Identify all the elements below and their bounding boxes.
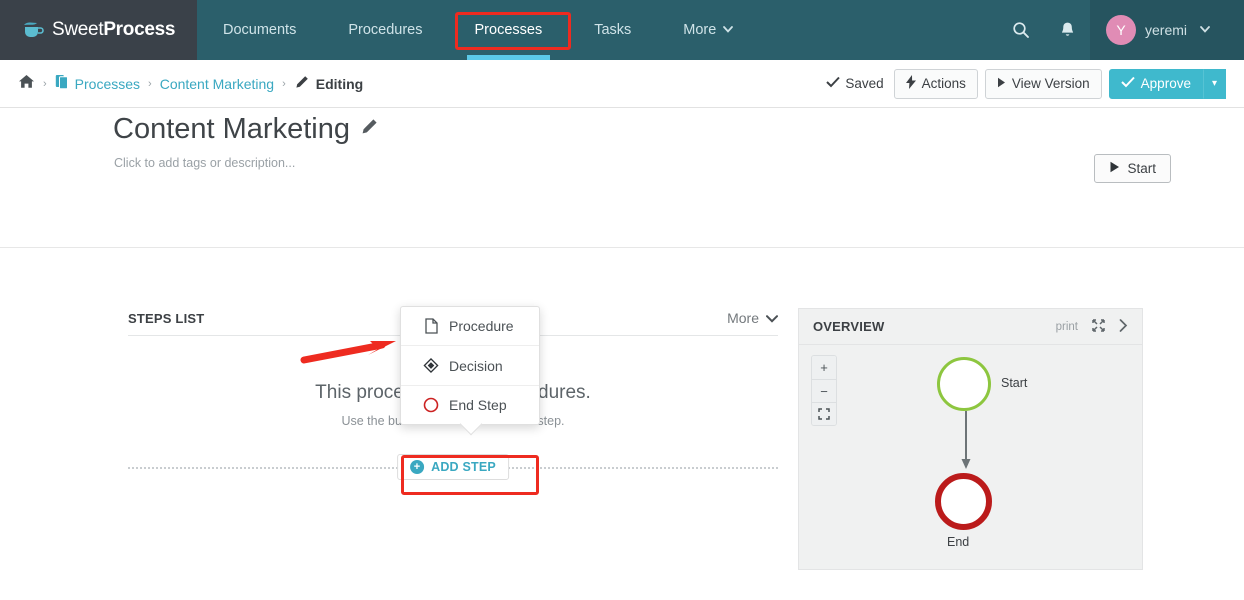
coffee-cup-icon	[22, 20, 46, 40]
play-icon	[1109, 161, 1120, 176]
menu-item-decision[interactable]: Decision	[401, 345, 539, 385]
overview-header: OVERVIEW print	[799, 309, 1142, 345]
breadcrumb-item-editing: Editing	[294, 75, 363, 93]
user-menu[interactable]: Y yeremi	[1090, 0, 1244, 60]
nav-right-tools: Y yeremi	[998, 0, 1244, 60]
approve-label: Approve	[1140, 76, 1191, 91]
flow-node-start-label: Start	[1001, 376, 1028, 390]
documents-icon	[55, 74, 69, 93]
search-icon[interactable]	[998, 0, 1044, 60]
breadcrumb-label: Content Marketing	[159, 75, 275, 92]
nav-items: Documents Procedures Processes Tasks Mor…	[197, 0, 759, 60]
overview-canvas[interactable]: + − Start End	[799, 345, 1142, 569]
expand-icon[interactable]	[1092, 318, 1105, 335]
brand-logo[interactable]: SweetProcess	[0, 0, 197, 60]
flow-node-start[interactable]	[937, 357, 991, 411]
view-version-label: View Version	[1011, 76, 1090, 91]
view-version-button[interactable]: View Version	[984, 68, 1102, 99]
home-icon[interactable]	[18, 74, 35, 94]
menu-item-label: End Step	[449, 397, 507, 413]
nav-item-processes[interactable]: Processes	[449, 0, 569, 60]
brand-name-bold: Process	[103, 19, 176, 40]
brand-name: SweetProcess	[52, 19, 175, 41]
flow-node-end[interactable]	[935, 473, 992, 530]
page-title: Content Marketing	[113, 113, 378, 146]
start-label: Start	[1127, 161, 1156, 176]
breadcrumb: › Processes › Content Marketing › Editin…	[18, 74, 363, 94]
breadcrumb-label: Processes	[74, 75, 141, 92]
nav-item-documents[interactable]: Documents	[197, 0, 322, 60]
flow-connector-arrow	[960, 411, 972, 478]
menu-item-label: Decision	[449, 357, 503, 374]
breadcrumb-separator: ›	[43, 77, 47, 90]
approve-button[interactable]: Approve	[1108, 68, 1203, 99]
overview-tools: print	[1056, 318, 1128, 335]
breadcrumb-separator: ›	[282, 77, 286, 90]
check-icon	[1120, 76, 1135, 91]
nav-label: Tasks	[594, 22, 632, 38]
plus-circle-icon: +	[410, 460, 425, 474]
top-navigation-bar: SweetProcess Documents Procedures Proces…	[0, 0, 1244, 60]
nav-item-tasks[interactable]: Tasks	[568, 0, 657, 60]
chevron-down-icon	[723, 25, 734, 36]
breadcrumb-item-content-marketing[interactable]: Content Marketing	[160, 76, 274, 92]
menu-item-procedure[interactable]: Procedure	[401, 307, 539, 345]
add-step-button[interactable]: + ADD STEP	[397, 454, 509, 480]
caret-down-icon: ▾	[1211, 78, 1217, 89]
actions-button[interactable]: Actions	[893, 68, 978, 99]
avatar: Y	[1106, 15, 1136, 45]
flow-node-end-label: End	[947, 535, 970, 549]
breadcrumb-bar: › Processes › Content Marketing › Editin…	[0, 60, 1244, 108]
page-title-text: Content Marketing	[113, 113, 350, 145]
steps-more-dropdown[interactable]: More	[727, 310, 778, 326]
add-step-menu: Procedure Decision End Step	[400, 306, 540, 436]
document-header: Content Marketing Click to add tags or d…	[0, 108, 1244, 248]
chevron-down-icon	[766, 310, 778, 326]
zoom-controls: + −	[811, 355, 837, 426]
menu-item-label: Procedure	[449, 318, 514, 334]
zoom-in-button[interactable]: +	[812, 356, 836, 379]
approve-button-group: Approve ▾	[1108, 68, 1226, 99]
steps-list-title: STEPS LIST	[128, 311, 205, 326]
check-icon	[826, 76, 841, 91]
nav-label: Processes	[474, 22, 543, 38]
app-window: SweetProcess Documents Procedures Proces…	[0, 0, 1244, 600]
nav-label: Documents	[223, 22, 297, 38]
play-icon	[997, 76, 1006, 91]
saved-status: Saved	[826, 76, 884, 91]
tags-description-placeholder[interactable]: Click to add tags or description...	[114, 156, 295, 170]
breadcrumb-separator: ›	[148, 77, 152, 90]
start-button[interactable]: Start	[1094, 154, 1171, 183]
print-button[interactable]: print	[1056, 321, 1078, 333]
nav-label: More	[683, 22, 717, 38]
nav-item-more[interactable]: More	[657, 0, 759, 60]
actions-label: Actions	[921, 76, 966, 91]
bolt-icon	[905, 75, 916, 92]
overview-title: OVERVIEW	[813, 319, 885, 334]
file-icon	[423, 318, 439, 334]
pencil-icon[interactable]	[360, 118, 378, 141]
chevron-right-icon[interactable]	[1119, 318, 1128, 335]
avatar-initial: Y	[1116, 22, 1126, 38]
approve-dropdown-toggle[interactable]: ▾	[1202, 68, 1226, 99]
nav-item-procedures[interactable]: Procedures	[322, 0, 448, 60]
document-actions: Saved Actions View Version Approve ▾	[826, 68, 1226, 99]
bell-icon[interactable]	[1044, 0, 1090, 60]
breadcrumb-label: Editing	[315, 75, 364, 92]
user-name: yeremi	[1145, 22, 1188, 38]
diamond-icon	[423, 357, 439, 374]
chevron-down-icon	[1200, 25, 1210, 36]
add-step-label: ADD STEP	[431, 460, 496, 474]
brand-name-light: Sweet	[52, 19, 104, 40]
breadcrumb-item-processes[interactable]: Processes	[55, 74, 140, 93]
steps-more-label: More	[727, 310, 759, 326]
circle-red-icon	[423, 397, 439, 413]
fit-screen-icon[interactable]	[812, 402, 836, 425]
zoom-out-button[interactable]: −	[812, 379, 836, 402]
saved-label: Saved	[845, 76, 884, 91]
pencil-icon	[294, 75, 309, 93]
overview-panel: OVERVIEW print + − Start End	[798, 308, 1143, 570]
nav-label: Procedures	[348, 22, 423, 38]
